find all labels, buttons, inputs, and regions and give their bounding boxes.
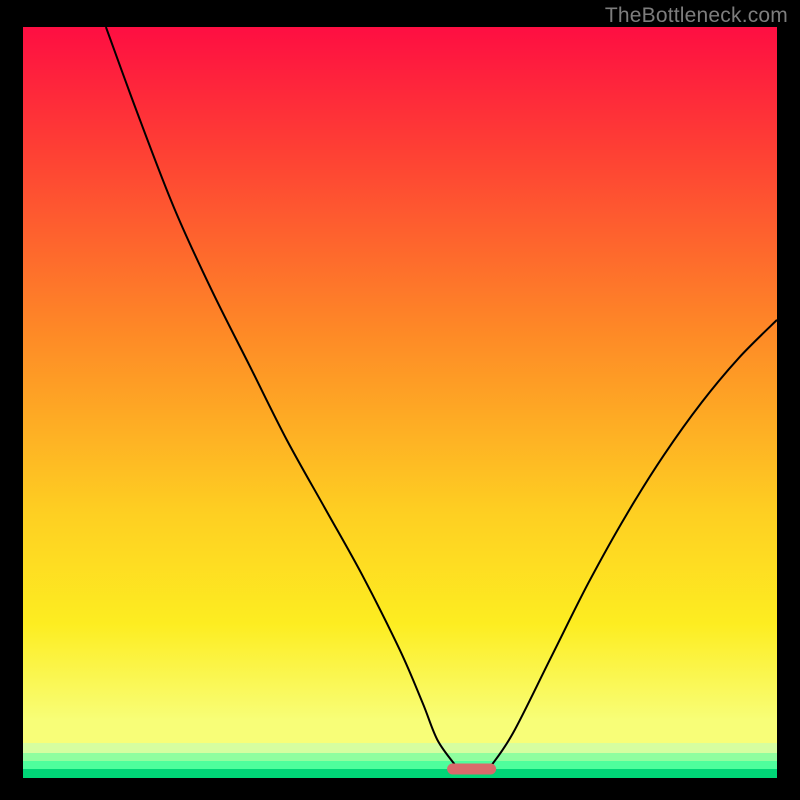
chart-frame: TheBottleneck.com <box>0 0 800 800</box>
minimum-marker <box>447 764 496 775</box>
band-green-1 <box>23 743 777 753</box>
gradient-background <box>23 27 777 721</box>
band-green-3 <box>23 761 777 769</box>
band-green-2 <box>23 753 777 761</box>
plot-svg <box>23 27 777 778</box>
watermark-text: TheBottleneck.com <box>605 4 788 28</box>
band-pale-yellow <box>23 721 777 743</box>
band-green-4 <box>23 769 777 778</box>
plot-area <box>23 27 777 778</box>
